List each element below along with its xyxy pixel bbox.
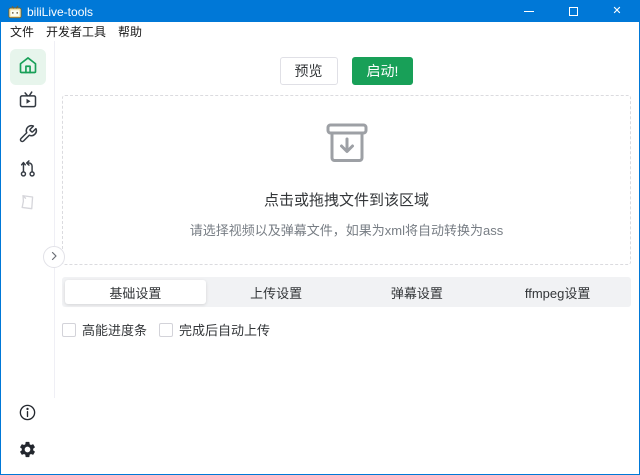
start-button[interactable]: 启动! — [352, 57, 414, 85]
preview-button[interactable]: 预览 — [280, 57, 338, 85]
dropzone-title: 点击或拖拽文件到该区域 — [264, 189, 429, 210]
checkbox-high-energy-bar[interactable]: 高能进度条 — [62, 320, 147, 339]
wrench-icon — [18, 124, 38, 149]
close-button[interactable]: ✕ — [595, 1, 639, 22]
checkbox-label: 完成后自动上传 — [179, 320, 270, 339]
close-icon: ✕ — [612, 6, 621, 17]
minimize-button[interactable] — [507, 1, 551, 22]
sidebar-item-settings[interactable] — [15, 439, 41, 465]
sidebar-item-clip[interactable] — [10, 187, 46, 221]
home-icon — [18, 55, 38, 80]
tab-basic-settings[interactable]: 基础设置 — [65, 280, 206, 304]
window-title: biliLive-tools — [27, 5, 507, 19]
main-content: 预览 启动! 点击或拖拽文件到该区域 请选择视频以及弹幕文件，如果为xml将自动… — [54, 41, 639, 474]
menubar: 文件 开发者工具 帮助 — [1, 22, 639, 41]
titlebar: biliLive-tools ✕ — [1, 1, 639, 22]
sidebar-divider — [54, 41, 55, 398]
options-row: 高能进度条 完成后自动上传 — [62, 320, 631, 339]
file-dropzone[interactable]: 点击或拖拽文件到该区域 请选择视频以及弹幕文件，如果为xml将自动转换为ass — [62, 95, 631, 265]
info-icon — [18, 403, 37, 427]
settings-tabs: 基础设置 上传设置 弹幕设置 ffmpeg设置 — [62, 277, 631, 307]
checkbox-label: 高能进度条 — [82, 320, 147, 339]
sidebar-item-pipeline[interactable] — [10, 153, 46, 187]
action-bar: 预览 启动! — [62, 57, 631, 85]
tab-danmaku-settings[interactable]: 弹幕设置 — [347, 280, 488, 304]
chevron-right-icon — [48, 250, 60, 265]
app-logo-icon — [8, 5, 22, 19]
dropzone-subtitle: 请选择视频以及弹幕文件，如果为xml将自动转换为ass — [190, 220, 503, 239]
menu-devtools[interactable]: 开发者工具 — [40, 22, 112, 41]
maximize-icon — [569, 7, 578, 16]
app-window: biliLive-tools ✕ 文件 开发者工具 帮助 — [0, 0, 640, 475]
checkbox-icon — [159, 323, 173, 337]
minimize-icon — [524, 11, 534, 12]
gear-icon — [18, 440, 37, 464]
sidebar-item-videos[interactable] — [10, 85, 46, 119]
app-body: 预览 启动! 点击或拖拽文件到该区域 请选择视频以及弹幕文件，如果为xml将自动… — [1, 41, 639, 474]
archive-download-icon — [324, 122, 370, 169]
sidebar-item-about[interactable] — [15, 402, 41, 428]
tab-upload-settings[interactable]: 上传设置 — [206, 280, 347, 304]
menu-file[interactable]: 文件 — [4, 22, 40, 41]
sidebar-collapse-button[interactable] — [43, 246, 65, 268]
menu-help[interactable]: 帮助 — [112, 22, 148, 41]
tv-play-icon — [18, 90, 38, 115]
checkbox-icon — [62, 323, 76, 337]
tab-ffmpeg-settings[interactable]: ffmpeg设置 — [487, 280, 628, 304]
window-controls: ✕ — [507, 1, 639, 22]
checkbox-auto-upload[interactable]: 完成后自动上传 — [159, 320, 270, 339]
sidebar-item-home[interactable] — [10, 49, 46, 85]
clip-icon — [18, 192, 38, 217]
git-compare-icon — [18, 158, 38, 183]
sidebar-item-tools[interactable] — [10, 119, 46, 153]
maximize-button[interactable] — [551, 1, 595, 22]
